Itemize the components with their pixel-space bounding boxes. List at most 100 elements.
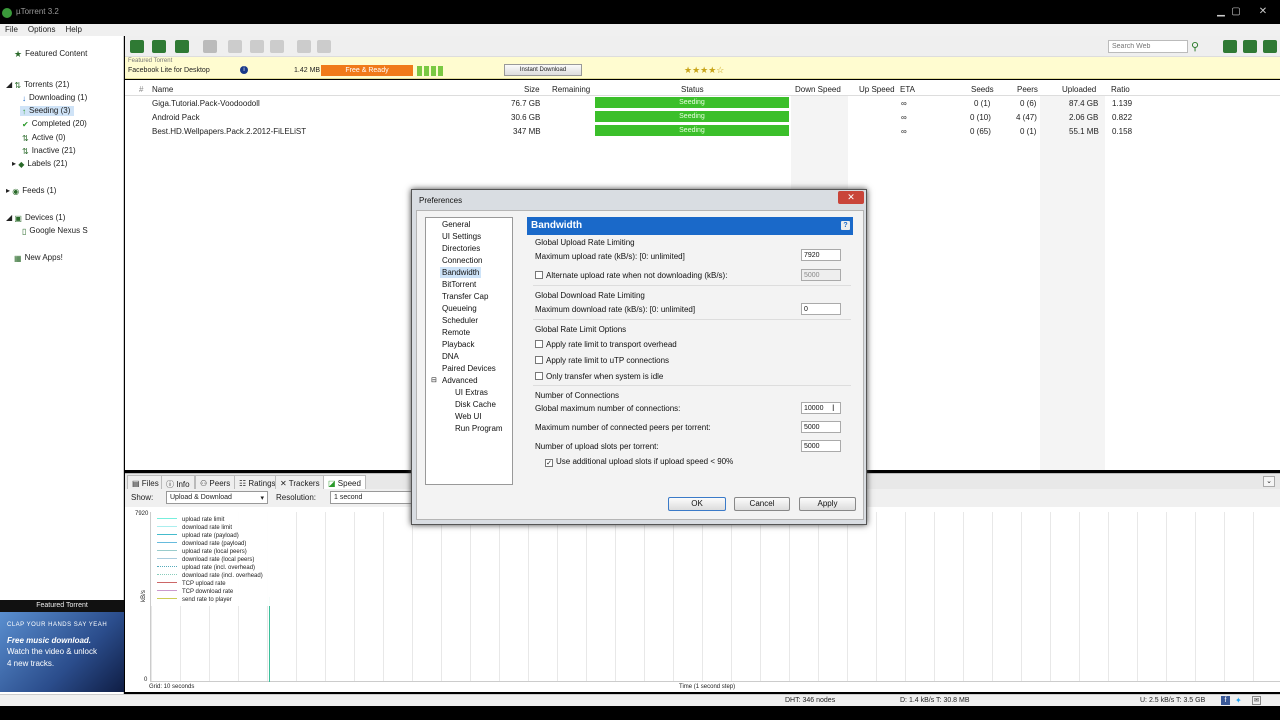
sidebar-item-inactive[interactable]: ⇅ Inactive (21)	[22, 146, 76, 156]
extra-slots-checkbox[interactable]: ✓	[545, 459, 553, 467]
col-status[interactable]: Status	[681, 85, 704, 94]
tree-item-directories[interactable]: Directories	[442, 244, 480, 253]
opt-idle-row[interactable]: Only transfer when system is idle	[535, 372, 663, 381]
max-download-input[interactable]	[801, 303, 841, 315]
cancel-button[interactable]: Cancel	[734, 497, 790, 511]
ok-button[interactable]: OK	[668, 497, 726, 511]
sidebar-item-nexus[interactable]: ▯ Google Nexus S	[22, 226, 88, 236]
tab-speed[interactable]: ◪ Speed	[323, 475, 366, 490]
sidebar-item-completed[interactable]: ✔ Completed (20)	[22, 119, 87, 129]
add-torrent-icon[interactable]	[130, 40, 144, 53]
tree-item-scheduler[interactable]: Scheduler	[442, 316, 478, 325]
max-peers-input[interactable]	[801, 421, 841, 433]
col-uploaded[interactable]: Uploaded	[1062, 85, 1096, 94]
sidebar-item-labels[interactable]: ▸ ◆ Labels (21)	[12, 159, 67, 169]
col-remaining[interactable]: Remaining	[552, 85, 590, 94]
sidebar-item-downloading[interactable]: ↓ Downloading (1)	[22, 93, 87, 103]
alt-upload-checkbox[interactable]	[535, 271, 543, 279]
col-seeds[interactable]: Seeds	[971, 85, 994, 94]
table-row[interactable]: Giga.Tutorial.Pack-Voodoodoll 76.7 GB Se…	[125, 96, 1280, 110]
sidebar-item-apps[interactable]: ▦ New Apps!	[14, 253, 63, 263]
add-url-icon[interactable]	[152, 40, 166, 53]
pause-icon[interactable]	[250, 40, 264, 53]
menu-help[interactable]: Help	[60, 24, 86, 35]
tree-item-run-program[interactable]: Run Program	[455, 424, 503, 433]
tab-peers[interactable]: ⚇ Peers	[195, 475, 236, 490]
tree-item-web-ui[interactable]: Web UI	[455, 412, 482, 421]
feedback-icon[interactable]: ✉	[1252, 696, 1261, 705]
tree-item-ui-settings[interactable]: UI Settings	[442, 232, 481, 241]
tree-item-general[interactable]: General	[442, 220, 470, 229]
dialog-close-button[interactable]: ✕	[838, 191, 864, 204]
opt-utp-row[interactable]: Apply rate limit to uTP connections	[535, 356, 669, 365]
alt-upload-row[interactable]: Alternate upload rate when not downloadi…	[535, 271, 727, 280]
tree-item-connection[interactable]: Connection	[442, 256, 482, 265]
create-torrent-icon[interactable]	[175, 40, 189, 53]
instant-download-button[interactable]: Instant Download	[504, 64, 582, 76]
sidebar-item-seeding[interactable]: ↑ Seeding (3)	[20, 106, 74, 116]
minimize-button[interactable]: ▁	[1214, 6, 1228, 17]
start-icon[interactable]	[228, 40, 242, 53]
sidebar-item-active[interactable]: ⇅ Active (0)	[22, 133, 66, 143]
menu-options[interactable]: Options	[23, 24, 61, 35]
tree-item-remote[interactable]: Remote	[442, 328, 470, 337]
tree-item-bandwidth[interactable]: Bandwidth	[440, 267, 482, 278]
upload-status[interactable]: U: 2.5 kB/s T: 3.5 GB	[1140, 697, 1205, 704]
collapse-panel-button[interactable]: ⌄	[1263, 476, 1275, 487]
tree-collapse-icon[interactable]: ⊟	[431, 376, 437, 384]
col-eta[interactable]: ETA	[900, 85, 915, 94]
tree-item-paired-devices[interactable]: Paired Devices	[442, 364, 496, 373]
tree-item-advanced[interactable]: Advanced	[442, 376, 478, 385]
menu-file[interactable]: File	[0, 24, 23, 35]
featured-name[interactable]: Facebook Lite for Desktop	[128, 67, 210, 74]
search-icon[interactable]: ⚲	[1191, 40, 1199, 53]
remove-icon[interactable]	[203, 40, 217, 53]
tree-item-ui-extras[interactable]: UI Extras	[455, 388, 488, 397]
close-window-button[interactable]: ✕	[1256, 6, 1270, 17]
opt-overhead-row[interactable]: Apply rate limit to transport overhead	[535, 340, 677, 349]
tree-item-transfer-cap[interactable]: Transfer Cap	[442, 292, 488, 301]
alt-upload-input[interactable]	[801, 269, 841, 281]
overhead-checkbox[interactable]	[535, 340, 543, 348]
download-status[interactable]: D: 1.4 kB/s T: 30.8 MB	[900, 697, 970, 704]
resolution-select[interactable]: 1 second	[330, 491, 412, 504]
search-input[interactable]	[1108, 40, 1188, 53]
list-view-icon[interactable]	[1223, 40, 1237, 53]
table-row[interactable]: Android Pack 30.6 GB Seeding ∞ 0 (10) 4 …	[125, 110, 1280, 124]
help-icon[interactable]: ?	[841, 221, 850, 230]
tree-item-disk-cache[interactable]: Disk Cache	[455, 400, 496, 409]
move-down-icon[interactable]	[317, 40, 331, 53]
info-icon[interactable]: i	[240, 66, 248, 74]
col-down-speed[interactable]: Down Speed	[795, 85, 841, 94]
idle-checkbox[interactable]	[535, 372, 543, 380]
tab-ratings[interactable]: ☷ Ratings	[234, 475, 281, 490]
max-connections-input[interactable]	[801, 402, 841, 414]
facebook-icon[interactable]: f	[1221, 696, 1230, 705]
tab-files[interactable]: ▤ Files	[127, 475, 164, 490]
col-ratio[interactable]: Ratio	[1111, 85, 1130, 94]
chat-icon[interactable]	[1243, 40, 1257, 53]
table-row[interactable]: Best.HD.Wellpapers.Pack.2.2012-FiLELiST …	[125, 124, 1280, 138]
col-size[interactable]: Size	[524, 85, 540, 94]
stop-icon[interactable]	[270, 40, 284, 53]
sidebar-item-featured[interactable]: ★ Featured Content	[14, 49, 87, 59]
col-name[interactable]: Name	[152, 85, 173, 94]
sidebar-item-feeds[interactable]: ▸ ◉ Feeds (1)	[6, 186, 56, 196]
tree-item-bittorrent[interactable]: BitTorrent	[442, 280, 476, 289]
maximize-button[interactable]: ▢	[1229, 6, 1243, 17]
tree-item-dna[interactable]: DNA	[442, 352, 459, 361]
twitter-icon[interactable]: ✦	[1235, 696, 1242, 705]
sort-icon[interactable]: #	[139, 85, 143, 94]
sidebar-item-devices[interactable]: ◢ ▣ Devices (1)	[6, 213, 65, 223]
apply-button[interactable]: Apply	[799, 497, 856, 511]
sidebar-item-torrents[interactable]: ◢ ⇅ Torrents (21)	[6, 80, 69, 90]
tab-trackers[interactable]: ✕ Trackers	[275, 475, 325, 490]
upload-slots-input[interactable]	[801, 440, 841, 452]
featured-torrent-ad[interactable]: Featured Torrent CLAP YOUR HANDS SAY YEA…	[0, 600, 124, 692]
utp-checkbox[interactable]	[535, 356, 543, 364]
show-select[interactable]: Upload & Download ▾	[166, 491, 268, 504]
move-up-icon[interactable]	[297, 40, 311, 53]
tree-item-playback[interactable]: Playback	[442, 340, 474, 349]
tree-item-queueing[interactable]: Queueing	[442, 304, 477, 313]
tab-info[interactable]: ⓘ Info	[161, 475, 195, 490]
